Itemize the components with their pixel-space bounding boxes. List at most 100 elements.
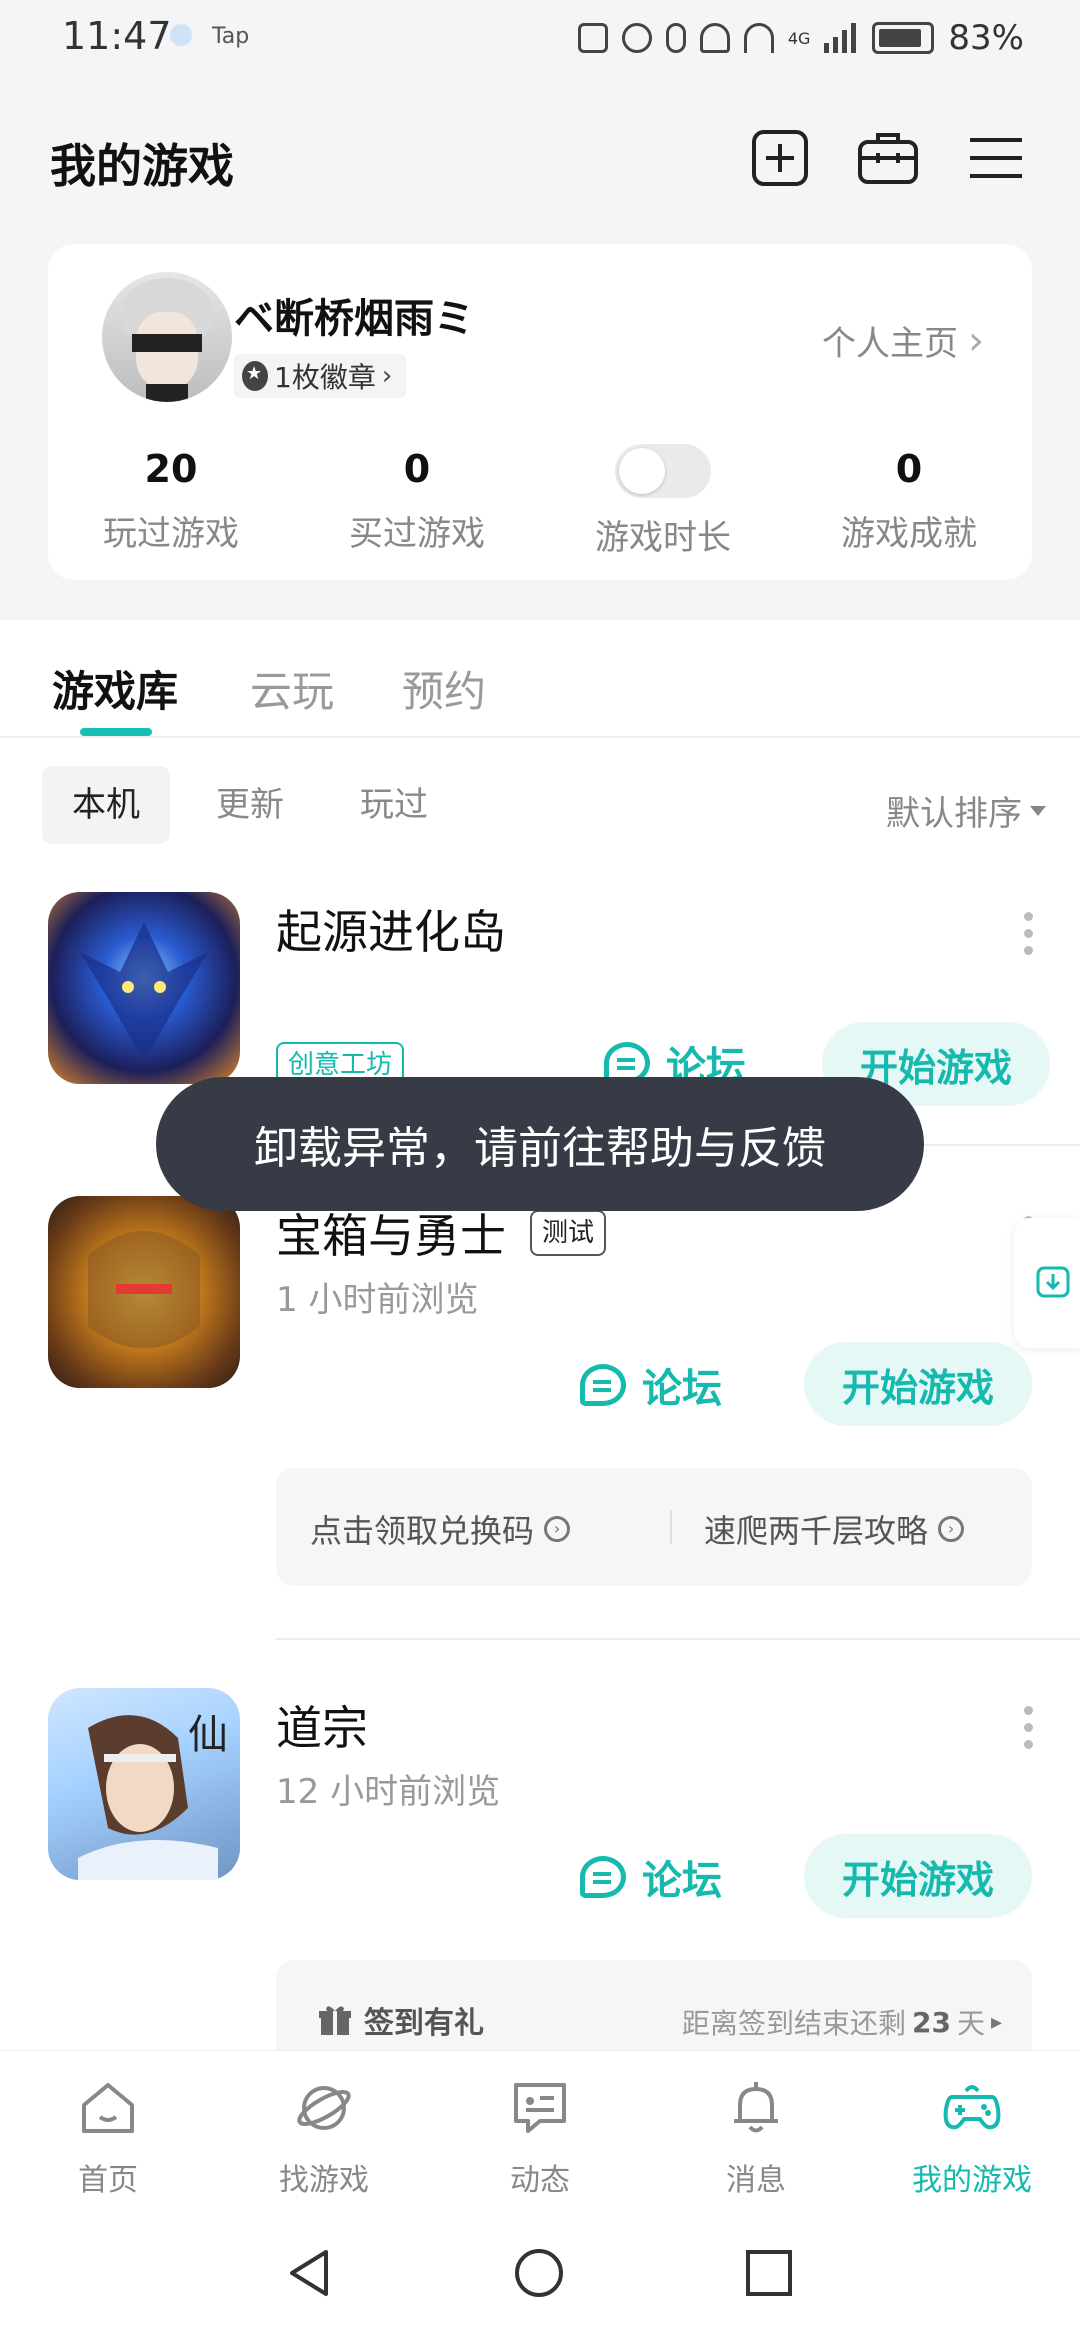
tab-reservations[interactable]: 预约 <box>402 658 486 719</box>
stat-label: 玩过游戏 <box>103 514 239 554</box>
download-float-button[interactable] <box>1014 1218 1080 1348</box>
dragon-icon <box>80 922 208 1062</box>
nav-my-games[interactable]: 我的游戏 <box>864 2079 1080 2199</box>
nav-label: 找游戏 <box>279 2163 369 2198</box>
add-icon <box>752 130 808 186</box>
start-game-button[interactable]: 开始游戏 <box>804 1342 1032 1426</box>
battery-percent: 83% <box>948 18 1024 58</box>
stat-label: 游戏成就 <box>841 514 977 554</box>
status-bar: 11:47 Tap 4G 83% <box>0 0 1080 80</box>
username[interactable]: ベ断桥烟雨ミ <box>234 286 474 344</box>
profile-card: ベ断桥烟雨ミ 1枚徽章 › 个人主页 › 20 玩过游戏 0 买过游戏 游戏时长… <box>48 244 1032 580</box>
filter-played[interactable]: 玩过 <box>330 766 458 844</box>
tap-label: Tap <box>212 24 250 49</box>
arrow-right-icon: › <box>544 1516 571 1542</box>
countdown-unit: 天 <box>956 2007 985 2040</box>
chevron-right-icon: › <box>968 317 984 364</box>
gift-icon <box>319 2006 351 2035</box>
promo-box: 点击领取兑换码 › 速爬两千层攻略 › <box>276 1468 1032 1586</box>
promo-guide[interactable]: 速爬两千层攻略 › <box>704 1506 965 1552</box>
divider <box>276 1638 1080 1640</box>
checkin-label: 签到有礼 <box>364 2006 484 2041</box>
stat-value: 0 <box>895 447 923 491</box>
menu-icon <box>970 138 1022 178</box>
forum-button[interactable]: 论坛 <box>580 1356 722 1414</box>
stat-playtime[interactable]: 游戏时长 <box>540 444 786 559</box>
medal-icon <box>242 361 268 391</box>
game-icon[interactable] <box>48 892 240 1084</box>
nav-label: 我的游戏 <box>912 2163 1032 2198</box>
sort-dropdown[interactable]: 默认排序 <box>886 786 1046 835</box>
checkin-title: 签到有礼 <box>318 1998 484 2042</box>
forum-button[interactable]: 论坛 <box>580 1848 722 1906</box>
system-nav-bar <box>0 2214 1080 2340</box>
arrow-right-icon: › <box>938 1516 965 1542</box>
last-viewed: 1 小时前浏览 <box>276 1280 479 1320</box>
knight-icon <box>88 1231 200 1349</box>
mute-icon <box>699 23 730 53</box>
promo-redeem-code[interactable]: 点击领取兑换码 › <box>310 1506 571 1552</box>
page-title: 我的游戏 <box>50 139 234 193</box>
tab-indicator <box>80 728 152 736</box>
game-name[interactable]: 道宗 <box>276 1692 368 1758</box>
svg-text:仙: 仙 <box>188 1712 228 1758</box>
toolbox-button[interactable] <box>856 128 920 188</box>
checkin-countdown: 距离签到结束还剩 23 天 ▸ <box>682 2002 1002 2042</box>
alarm-icon <box>621 23 652 53</box>
nav-discover[interactable]: 找游戏 <box>216 2079 432 2199</box>
game-icon[interactable] <box>48 1196 240 1388</box>
status-time: 11:47 <box>62 14 172 58</box>
game-library: 游戏库 云玩 预约 本机 更新 玩过 默认排序 起源进化岛 创意工坊 论坛 开始… <box>0 620 1080 2070</box>
bell-icon <box>734 2082 778 2133</box>
promo-label: 速爬两千层攻略 <box>704 1512 929 1550</box>
signal-icon <box>824 23 857 53</box>
nav-label: 首页 <box>78 2163 138 2198</box>
playtime-toggle[interactable] <box>615 444 711 498</box>
more-options-icon[interactable] <box>1024 912 1034 955</box>
avatar[interactable] <box>102 272 232 402</box>
add-game-button[interactable] <box>750 128 810 188</box>
divider <box>0 736 1080 738</box>
caret-down-icon <box>1030 805 1046 816</box>
nav-label: 消息 <box>726 2163 786 2198</box>
battery-icon <box>872 22 935 54</box>
sort-label: 默认排序 <box>886 794 1022 834</box>
chevron-right-icon: › <box>381 361 393 391</box>
tab-library[interactable]: 游戏库 <box>52 658 178 719</box>
filter-updates[interactable]: 更新 <box>186 766 314 844</box>
divider <box>670 1510 672 1544</box>
stat-value: 20 <box>144 447 198 491</box>
stat-label: 游戏时长 <box>595 518 731 558</box>
nav-messages[interactable]: 消息 <box>648 2079 864 2199</box>
briefcase-icon <box>858 133 918 184</box>
homepage-link[interactable]: 个人主页 › <box>822 316 984 365</box>
game-icon[interactable]: 仙 <box>48 1688 240 1880</box>
stat-achievements[interactable]: 0 游戏成就 <box>786 444 1032 555</box>
filter-local[interactable]: 本机 <box>42 766 170 844</box>
planet-icon <box>297 2086 351 2130</box>
nav-home[interactable]: 首页 <box>0 2079 216 2199</box>
stat-label: 买过游戏 <box>349 514 485 554</box>
homepage-label: 个人主页 <box>822 324 958 364</box>
stat-bought[interactable]: 0 买过游戏 <box>294 444 540 555</box>
home-circle-icon[interactable] <box>512 2246 566 2300</box>
tab-cloud[interactable]: 云玩 <box>250 658 334 719</box>
status-icons: 4G 83% <box>577 18 1024 58</box>
stat-played[interactable]: 20 玩过游戏 <box>48 444 294 555</box>
character-icon: 仙 <box>78 1712 228 1880</box>
recents-icon[interactable] <box>742 2246 796 2300</box>
badge-chip[interactable]: 1枚徽章 › <box>234 354 407 398</box>
start-game-button[interactable]: 开始游戏 <box>804 1834 1032 1918</box>
bottom-nav: 首页 找游戏 动态 消息 我的游戏 <box>0 2050 1080 2215</box>
game-tag: 测试 <box>530 1210 607 1256</box>
wifi-icon <box>743 23 774 53</box>
back-icon[interactable] <box>282 2246 336 2300</box>
menu-button[interactable] <box>966 128 1026 188</box>
game-name[interactable]: 起源进化岛 <box>276 896 506 962</box>
more-options-icon[interactable] <box>1024 1706 1034 1749</box>
nav-feed[interactable]: 动态 <box>432 2079 648 2199</box>
forum-icon <box>580 1856 626 1898</box>
last-viewed: 12 小时前浏览 <box>276 1772 501 1812</box>
badge-count: 1枚徽章 <box>274 361 376 394</box>
chat-icon <box>514 2083 566 2133</box>
